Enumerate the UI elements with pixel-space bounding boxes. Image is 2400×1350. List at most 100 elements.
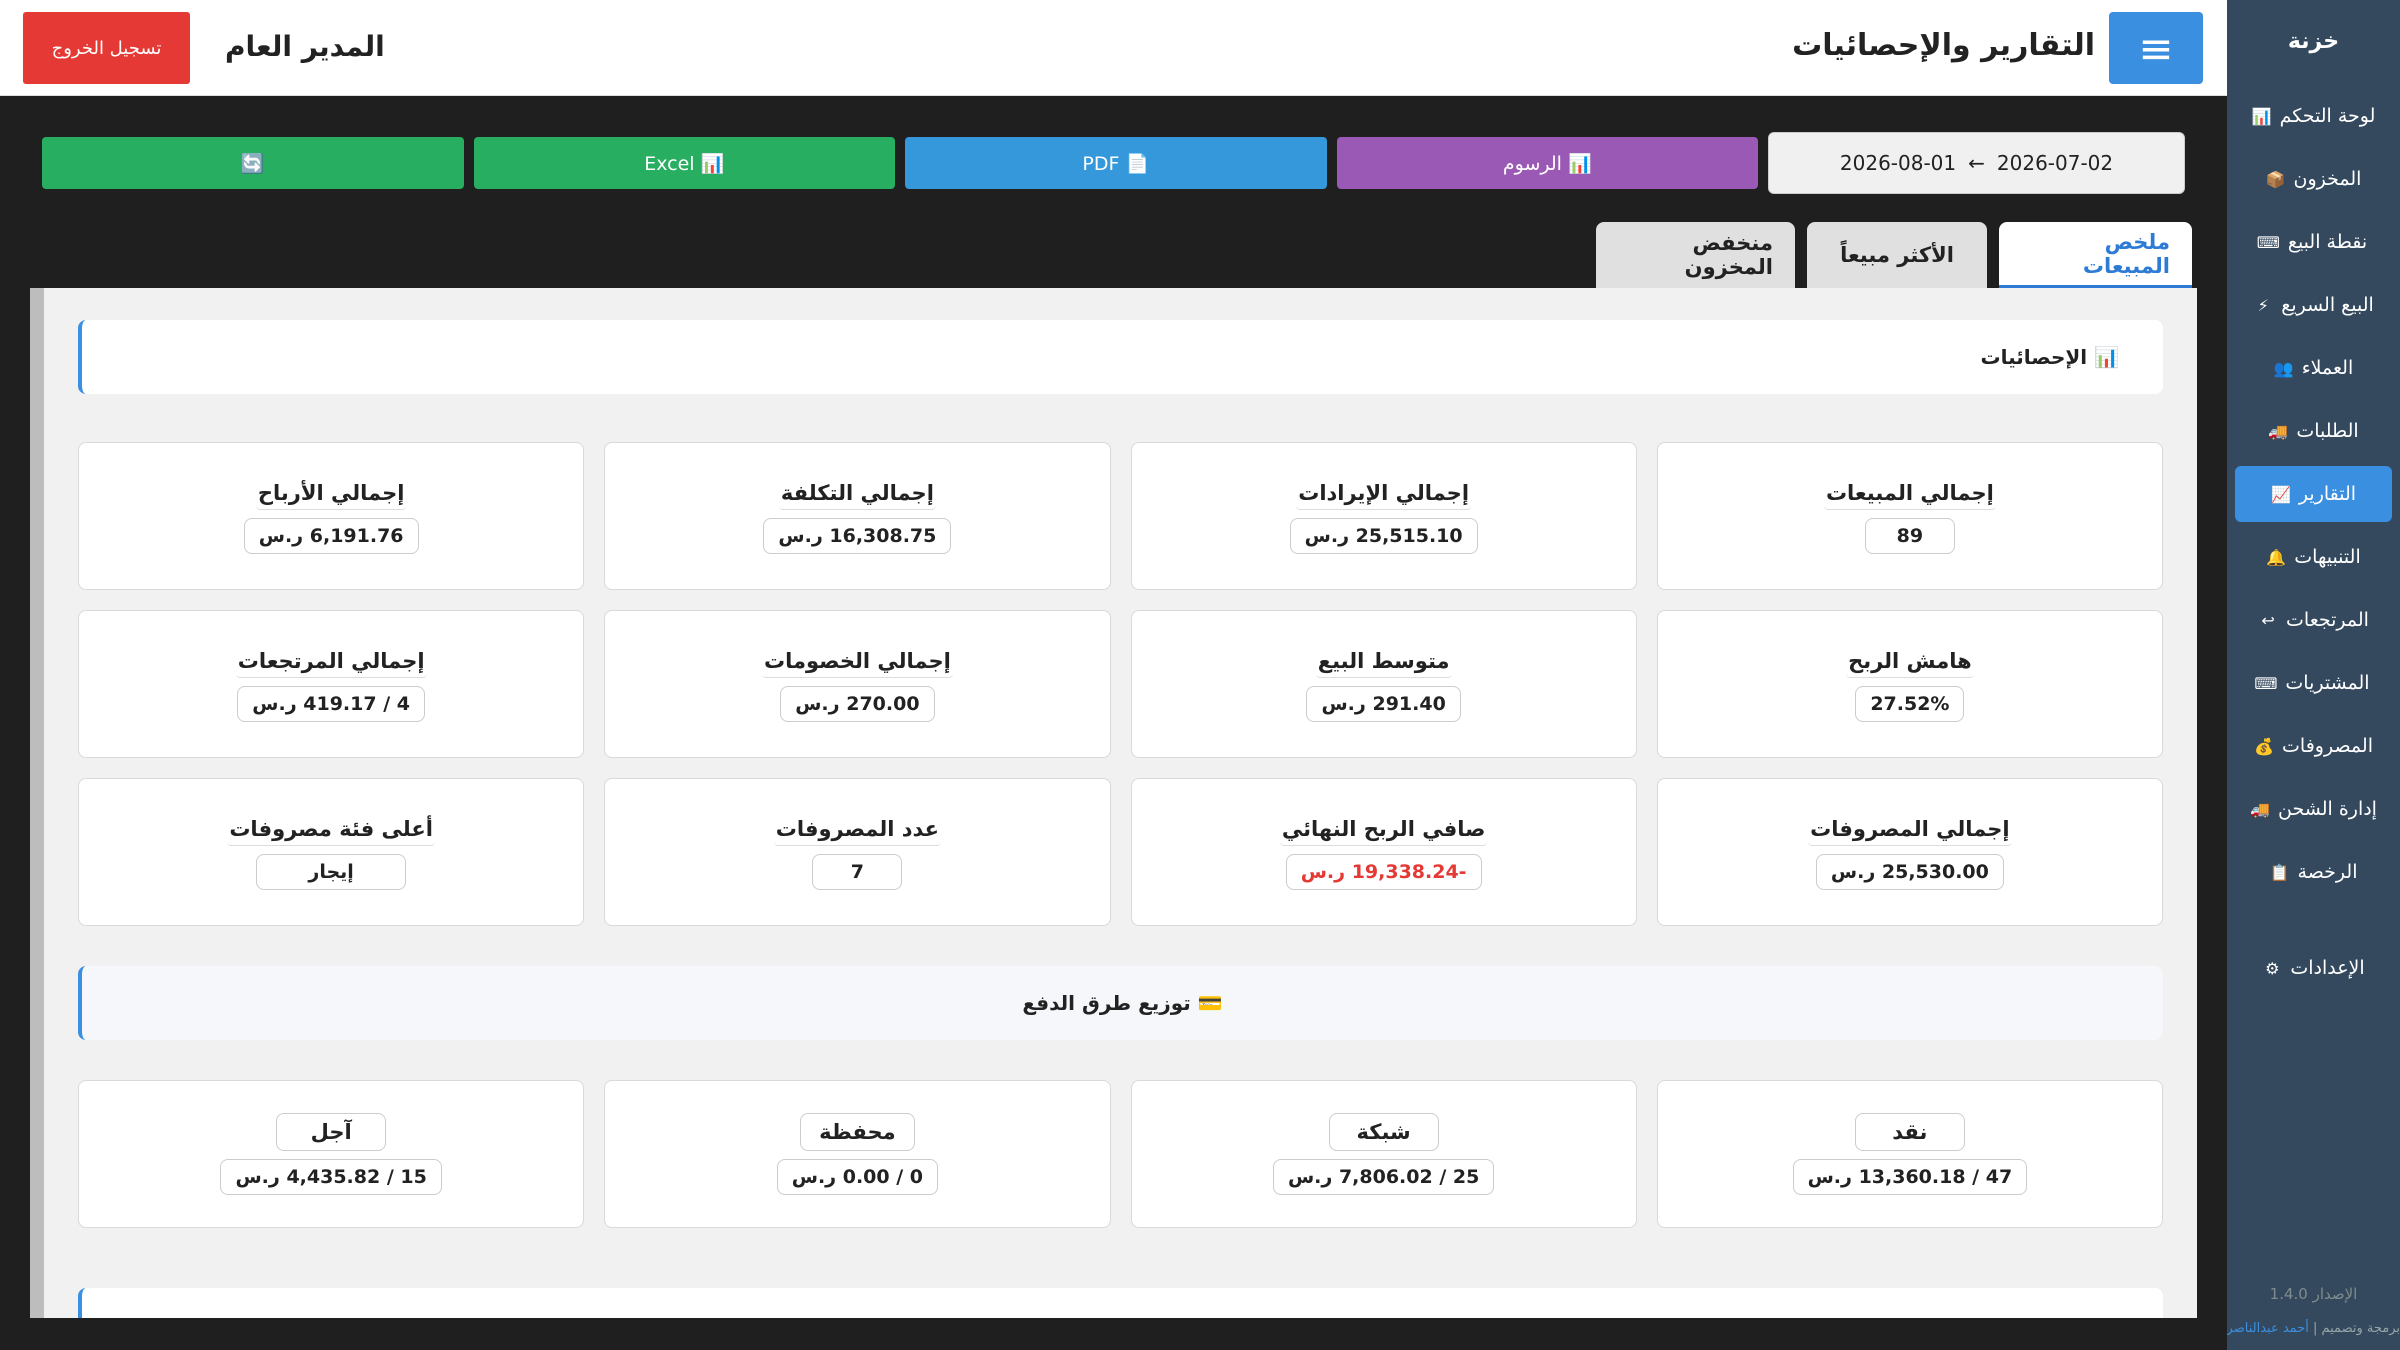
sidebar-item-label: المرتجعات [2286, 609, 2369, 631]
sidebar-item-customers[interactable]: العملاء 👥 [2235, 340, 2392, 396]
stat-label: صافي الربح النهائي [1279, 815, 1488, 846]
payment-card-cash: نقد 47 / 13,360.18 ر.س [1656, 1080, 2163, 1228]
stat-card-total-returns: إجمالي المرتجعات 4 / 419.17 ر.س [78, 610, 585, 758]
stats-section-title: 📊 الإحصائيات [78, 320, 2163, 394]
sidebar-item-label: نقطة البيع [2287, 231, 2368, 253]
report-toolbar: 2026-07-02 ← 2026-08-01 📊 الرسوم 📄 PDF 📊… [42, 132, 2185, 194]
stat-label: متوسط البيع [1315, 647, 1452, 678]
logout-button[interactable]: تسجيل الخروج [23, 12, 190, 84]
sidebar-item-quick-sale[interactable]: البيع السريع ⚡ [2235, 277, 2392, 333]
stat-value: 270.00 ر.س [780, 685, 935, 722]
sidebar-item-label: لوحة التحكم [2279, 105, 2376, 127]
scrollbar-thumb[interactable] [30, 288, 44, 1028]
sidebar-item-inventory[interactable]: المخزون 📦 [2235, 151, 2392, 207]
payments-grid: نقد 47 / 13,360.18 ر.س شبكة 25 / 7,806.02 … [78, 1080, 2163, 1228]
sidebar-item-label: البيع السريع [2281, 294, 2374, 316]
menu-toggle-button[interactable]: ≡ [2109, 12, 2203, 84]
truck-icon: 🚚 [2268, 421, 2289, 441]
date-from: 2026-07-02 [1996, 151, 2114, 175]
brand-logo: خزنة [2287, 28, 2340, 54]
sidebar-item-alerts[interactable]: التنبيهات 🔔 [2235, 529, 2392, 585]
stat-value: -19,338.24 ر.س [1285, 853, 1482, 890]
stat-value: 7 [812, 853, 903, 890]
tab-low-stock[interactable]: منخفض المخزون [1596, 222, 1795, 288]
stat-value: 25,515.10 ر.س [1289, 517, 1478, 554]
charts-button[interactable]: 📊 الرسوم [1336, 137, 1758, 189]
stat-label: إجمالي المصروفات [1808, 815, 2012, 846]
sidebar-item-label: التنبيهات [2294, 546, 2361, 568]
report-content[interactable]: 📊 الإحصائيات إجمالي المبيعات 89 إجمالي ال… [30, 288, 2197, 1318]
truck-icon: 🚚 [2250, 799, 2270, 819]
date-range-picker[interactable]: 2026-07-02 ← 2026-08-01 [1768, 132, 2185, 194]
sidebar-item-shipping[interactable]: إدارة الشحن 🚚 [2235, 781, 2392, 837]
version-label: الإصدار 1.4.0 [2269, 1285, 2358, 1303]
export-pdf-button[interactable]: 📄 PDF [905, 137, 1327, 189]
box-icon: 📦 [2265, 169, 2286, 189]
arrow-left-icon: ← [1968, 151, 1985, 175]
payment-method-label: نقد [1854, 1113, 1965, 1151]
payment-card-deferred: آجل 15 / 4,435.82 ر.س [78, 1080, 585, 1228]
report-tabs: ملخص المبيعات الأكثر مبيعاً منخفض المخزو… [1596, 222, 2192, 288]
user-name: المدير العام [225, 30, 385, 63]
stat-label: إجمالي الخصومات [761, 647, 953, 678]
stat-value: إيجار [256, 853, 407, 890]
sidebar-item-label: إدارة الشحن [2278, 798, 2377, 820]
sidebar-item-settings[interactable]: الإعدادات ⚙ [2235, 940, 2392, 996]
clipboard-icon: 📋 [2269, 862, 2290, 882]
stats-grid: إجمالي المبيعات 89 إجمالي الإيرادات 25,515… [78, 442, 2163, 926]
stat-value: 27.52% [1855, 685, 1965, 722]
stat-card-net-profit: صافي الربح النهائي -19,338.24 ر.س [1130, 778, 1637, 926]
payment-method-value: 47 / 13,360.18 ر.س [1792, 1159, 2028, 1195]
page-title: التقارير والإحصائيات [1792, 28, 2095, 63]
bell-icon: 🔔 [2266, 547, 2287, 567]
main-area: ≡ التقارير والإحصائيات المدير العام تسجي… [0, 0, 2227, 1350]
payment-method-value: 15 / 4,435.82 ر.س [220, 1159, 442, 1195]
next-section-header [78, 1288, 2163, 1318]
return-icon: ↩ [2261, 610, 2275, 630]
hamburger-icon: ≡ [2138, 23, 2174, 73]
tab-best-sellers[interactable]: الأكثر مبيعاً [1807, 222, 1987, 288]
credit-link[interactable]: أحمد عبدالناصر [2227, 1321, 2309, 1336]
stat-label: هامش الربح [1846, 647, 1974, 678]
stat-value: 89 [1864, 517, 1955, 554]
sidebar-item-expenses[interactable]: المصروفات 💰 [2235, 718, 2392, 774]
stat-card-total-discounts: إجمالي الخصومات 270.00 ر.س [604, 610, 1111, 758]
payment-card-network: شبكة 25 / 7,806.02 ر.س [1130, 1080, 1637, 1228]
payment-method-value: 0 / 0.00 ر.س [776, 1159, 939, 1195]
sidebar: خزنة لوحة التحكم 📊 المخزون 📦 نقطة البيع ⌨ ا… [2227, 0, 2400, 1350]
sidebar-item-license[interactable]: الرخصة 📋 [2235, 844, 2392, 900]
refresh-button[interactable]: 🔄 [42, 137, 464, 189]
sidebar-item-label: التقارير [2298, 483, 2357, 505]
sidebar-item-label: المصروفات [2282, 735, 2373, 757]
export-excel-button[interactable]: 📊 Excel [473, 137, 895, 189]
stat-card-total-revenue: إجمالي الإيرادات 25,515.10 ر.س [1130, 442, 1637, 590]
sidebar-item-reports[interactable]: التقارير 📈 [2235, 466, 2392, 522]
sidebar-nav: لوحة التحكم 📊 المخزون 📦 نقطة البيع ⌨ البيع … [2227, 88, 2400, 996]
sidebar-item-label: الإعدادات [2290, 957, 2365, 979]
top-bar: ≡ التقارير والإحصائيات المدير العام تسجي… [0, 0, 2227, 96]
payment-card-wallet: محفظة 0 / 0.00 ر.س [604, 1080, 1111, 1228]
stat-value: 4 / 419.17 ر.س [237, 685, 425, 722]
payment-method-label: آجل [276, 1113, 387, 1151]
stat-card-total-expenses: إجمالي المصروفات 25,530.00 ر.س [1656, 778, 2163, 926]
stat-label: إجمالي الإيرادات [1296, 479, 1472, 510]
sidebar-item-returns[interactable]: المرتجعات ↩ [2235, 592, 2392, 648]
stat-value: 25,530.00 ر.س [1815, 853, 2004, 890]
stat-card-expense-count: عدد المصروفات 7 [604, 778, 1111, 926]
stat-value: 16,308.75 ر.س [763, 517, 952, 554]
sidebar-item-label: المشتريات [2285, 672, 2370, 694]
sidebar-item-label: الطلبات [2296, 420, 2359, 442]
sidebar-item-pos[interactable]: نقطة البيع ⌨ [2235, 214, 2392, 270]
stat-card-profit-margin: هامش الربح 27.52% [1656, 610, 2163, 758]
sidebar-footer: الإصدار 1.4.0 برمجة وتصميم | أحمد عبدالن… [2227, 1285, 2400, 1336]
sidebar-item-dashboard[interactable]: لوحة التحكم 📊 [2235, 88, 2392, 144]
sidebar-item-orders[interactable]: الطلبات 🚚 [2235, 403, 2392, 459]
sidebar-item-label: العملاء [2301, 357, 2354, 379]
tab-sales-summary[interactable]: ملخص المبيعات [1999, 222, 2192, 288]
payments-section-title: 💳 توزيع طرق الدفع [78, 966, 2163, 1040]
chart-icon: 📊 [2251, 106, 2272, 126]
stat-label: إجمالي الأرباح [255, 479, 407, 510]
sidebar-item-purchases[interactable]: المشتريات ⌨ [2235, 655, 2392, 711]
date-to: 2026-08-01 [1839, 151, 1957, 175]
keyboard-icon: ⌨ [2256, 232, 2280, 252]
